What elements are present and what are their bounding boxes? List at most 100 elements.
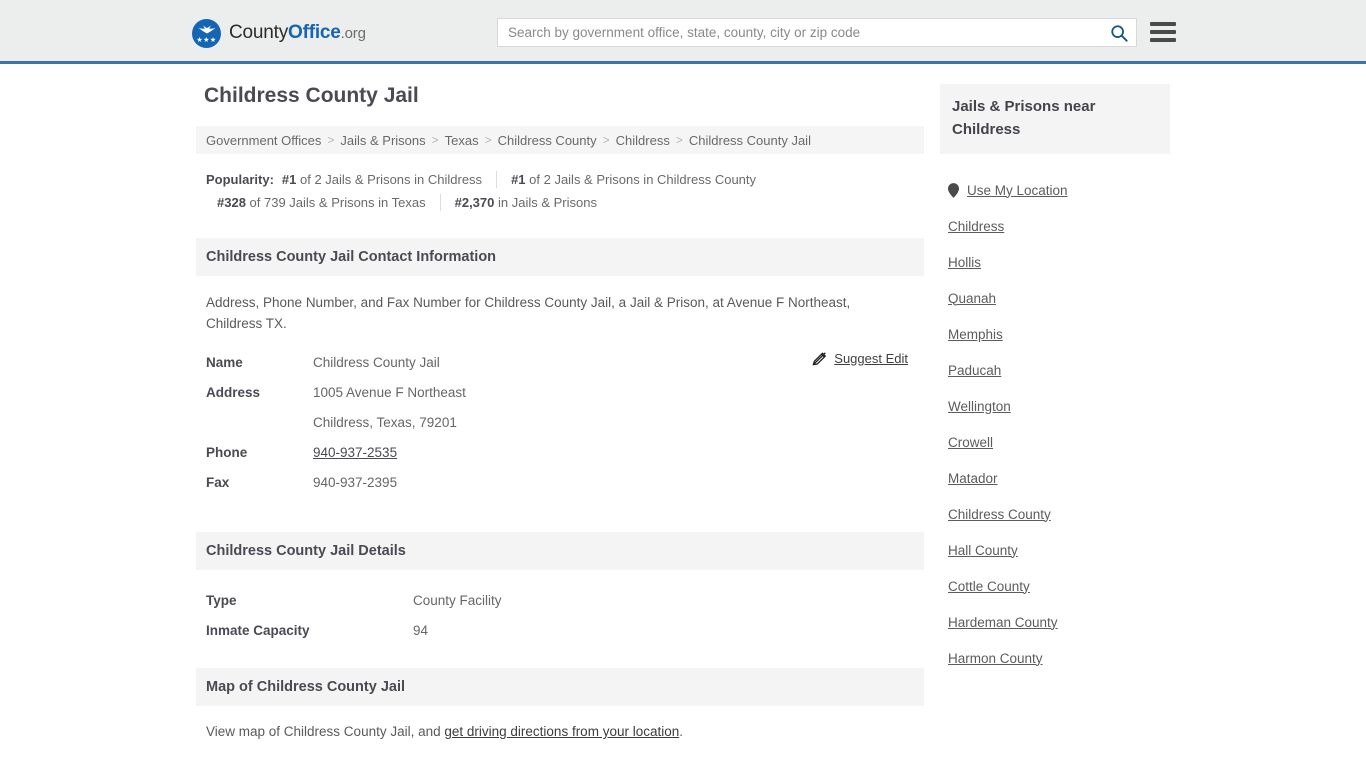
suggest-edit-link[interactable]: Suggest Edit xyxy=(812,351,908,366)
contact-information-section: Childress County Jail Contact Informatio… xyxy=(196,238,924,498)
contact-value-fax: 940-937-2395 xyxy=(313,475,398,490)
contact-intro-text: Address, Phone Number, and Fax Number fo… xyxy=(206,295,851,331)
map-note-suffix: . xyxy=(679,724,683,739)
eagle-icon xyxy=(198,25,215,33)
site-header: ★★★ CountyOffice.org xyxy=(0,0,1366,64)
contact-key-name: Name xyxy=(206,355,243,370)
popularity-rank-city-value: #1 xyxy=(281,172,297,187)
popularity-rank-county: #1 of 2 Jails & Prisons in Childress Cou… xyxy=(511,168,770,191)
sidebar-item-hollis[interactable]: Hollis xyxy=(948,244,1170,280)
search-bar[interactable] xyxy=(497,18,1137,47)
popularity-rank-county-text: of 2 Jails & Prisons in Childress County xyxy=(525,172,757,187)
sidebar-item-harmon-county[interactable]: Harmon County xyxy=(948,640,1170,676)
breadcrumb-item-jails-prisons[interactable]: Jails & Prisons xyxy=(340,133,425,148)
hamburger-bar-1 xyxy=(1150,22,1176,26)
main-content: Childress County Jail Government Offices… xyxy=(196,84,924,742)
details-section: Childress County Jail Details Type Count… xyxy=(196,532,924,646)
sidebar-item-childress[interactable]: Childress xyxy=(948,208,1170,244)
details-value-inmate-capacity: 94 xyxy=(413,623,429,638)
page-title: Childress County Jail xyxy=(204,84,419,107)
hamburger-bar-2 xyxy=(1150,30,1176,34)
sidebar-item-wellington[interactable]: Wellington xyxy=(948,388,1170,424)
details-row-inmate-capacity: Inmate Capacity 94 xyxy=(206,616,914,646)
map-section: Map of Childress County Jail View map of… xyxy=(196,668,924,742)
sidebar-link-paducah[interactable]: Paducah xyxy=(948,363,1001,378)
contact-section-heading: Childress County Jail Contact Informatio… xyxy=(196,238,924,276)
map-section-heading: Map of Childress County Jail xyxy=(196,668,924,706)
breadcrumb: Government Offices > Jails & Prisons > T… xyxy=(196,126,924,154)
sidebar-item-use-my-location[interactable]: Use My Location xyxy=(948,172,1170,208)
contact-key-phone: Phone xyxy=(206,445,248,460)
use-my-location-link[interactable]: Use My Location xyxy=(967,183,1068,198)
sidebar-item-cottle-county[interactable]: Cottle County xyxy=(948,568,1170,604)
sidebar-item-matador[interactable]: Matador xyxy=(948,460,1170,496)
sidebar-item-hall-county[interactable]: Hall County xyxy=(948,532,1170,568)
contact-value-name: Childress County Jail xyxy=(313,355,440,370)
logo-text-org: .org xyxy=(340,25,366,42)
sidebar: Jails & Prisons near Childress Use My Lo… xyxy=(940,84,1170,676)
details-value-type: County Facility xyxy=(413,593,502,608)
sidebar-link-matador[interactable]: Matador xyxy=(948,471,998,486)
popularity-rank-national-value: #2,370 xyxy=(454,195,495,210)
popularity-divider xyxy=(496,171,498,188)
logo-text: CountyOffice.org xyxy=(229,23,366,43)
stars-icon: ★★★ xyxy=(196,36,217,44)
sidebar-link-hardeman-county[interactable]: Hardeman County xyxy=(948,615,1058,630)
sidebar-link-childress-county[interactable]: Childress County xyxy=(948,507,1051,522)
edit-pencil-icon xyxy=(812,352,827,366)
sidebar-link-quanah[interactable]: Quanah xyxy=(948,291,996,306)
sidebar-item-crowell[interactable]: Crowell xyxy=(948,424,1170,460)
logo-text-office: Office xyxy=(288,22,341,43)
breadcrumb-separator: > xyxy=(675,133,683,147)
details-key-inmate-capacity: Inmate Capacity xyxy=(206,623,310,638)
sidebar-item-childress-county[interactable]: Childress County xyxy=(948,496,1170,532)
map-note: View map of Childress County Jail, and g… xyxy=(196,706,924,742)
breadcrumb-separator: > xyxy=(431,133,439,147)
site-logo[interactable]: ★★★ CountyOffice.org xyxy=(192,18,366,48)
contact-key-fax: Fax xyxy=(206,475,230,490)
search-input[interactable] xyxy=(498,19,1102,46)
sidebar-item-memphis[interactable]: Memphis xyxy=(948,316,1170,352)
sidebar-link-cottle-county[interactable]: Cottle County xyxy=(948,579,1030,594)
driving-directions-link[interactable]: get driving directions from your locatio… xyxy=(444,724,679,739)
sidebar-link-hall-county[interactable]: Hall County xyxy=(948,543,1018,558)
sidebar-link-childress[interactable]: Childress xyxy=(948,219,1004,234)
details-table: Type County Facility Inmate Capacity 94 xyxy=(206,586,914,646)
contact-section-body: Address, Phone Number, and Fax Number fo… xyxy=(196,276,924,498)
contact-row-address: Address 1005 Avenue F Northeast xyxy=(206,378,914,408)
details-row-type: Type County Facility xyxy=(206,586,914,616)
map-pin-icon xyxy=(948,182,959,198)
contact-row-phone: Phone 940-937-2535 xyxy=(206,438,914,468)
sidebar-link-wellington[interactable]: Wellington xyxy=(948,399,1011,414)
popularity-rank-national-text: in Jails & Prisons xyxy=(494,195,597,210)
breadcrumb-separator: > xyxy=(602,133,610,147)
phone-link[interactable]: 940-937-2535 xyxy=(313,445,397,460)
breadcrumb-item-childress[interactable]: Childress xyxy=(616,133,670,148)
sidebar-link-harmon-county[interactable]: Harmon County xyxy=(948,651,1043,666)
popularity-row-2: #328 of 739 Jails & Prisons in Texas #2,… xyxy=(206,191,924,214)
contact-key-address: Address xyxy=(206,385,261,400)
details-section-heading: Childress County Jail Details xyxy=(196,532,924,570)
contact-row-fax: Fax 940-937-2395 xyxy=(206,468,914,498)
breadcrumb-item-childress-county[interactable]: Childress County xyxy=(498,133,597,148)
breadcrumb-item-childress-county-jail[interactable]: Childress County Jail xyxy=(689,133,811,148)
contact-row-address-line2: Childress, Texas, 79201 xyxy=(206,408,914,438)
logo-text-county: County xyxy=(229,22,289,43)
popularity-label: Popularity: xyxy=(206,172,274,187)
sidebar-link-crowell[interactable]: Crowell xyxy=(948,435,993,450)
popularity-rank-national: #2,370 in Jails & Prisons xyxy=(455,191,611,214)
sidebar-link-memphis[interactable]: Memphis xyxy=(948,327,1003,342)
popularity-rank-state-text: of 739 Jails & Prisons in Texas xyxy=(245,195,426,210)
sidebar-item-paducah[interactable]: Paducah xyxy=(948,352,1170,388)
breadcrumb-item-government-offices[interactable]: Government Offices xyxy=(206,133,321,148)
sidebar-item-hardeman-county[interactable]: Hardeman County xyxy=(948,604,1170,640)
menu-button[interactable] xyxy=(1150,20,1176,44)
sidebar-link-hollis[interactable]: Hollis xyxy=(948,255,981,270)
sidebar-item-quanah[interactable]: Quanah xyxy=(948,280,1170,316)
popularity-row-1: Popularity: #1 of 2 Jails & Prisons in C… xyxy=(206,168,924,191)
search-button[interactable] xyxy=(1102,19,1136,46)
breadcrumb-separator: > xyxy=(484,133,492,147)
breadcrumb-item-texas[interactable]: Texas xyxy=(445,133,479,148)
details-section-body: Type County Facility Inmate Capacity 94 xyxy=(196,570,924,646)
popularity-rank-county-value: #1 xyxy=(511,172,526,187)
